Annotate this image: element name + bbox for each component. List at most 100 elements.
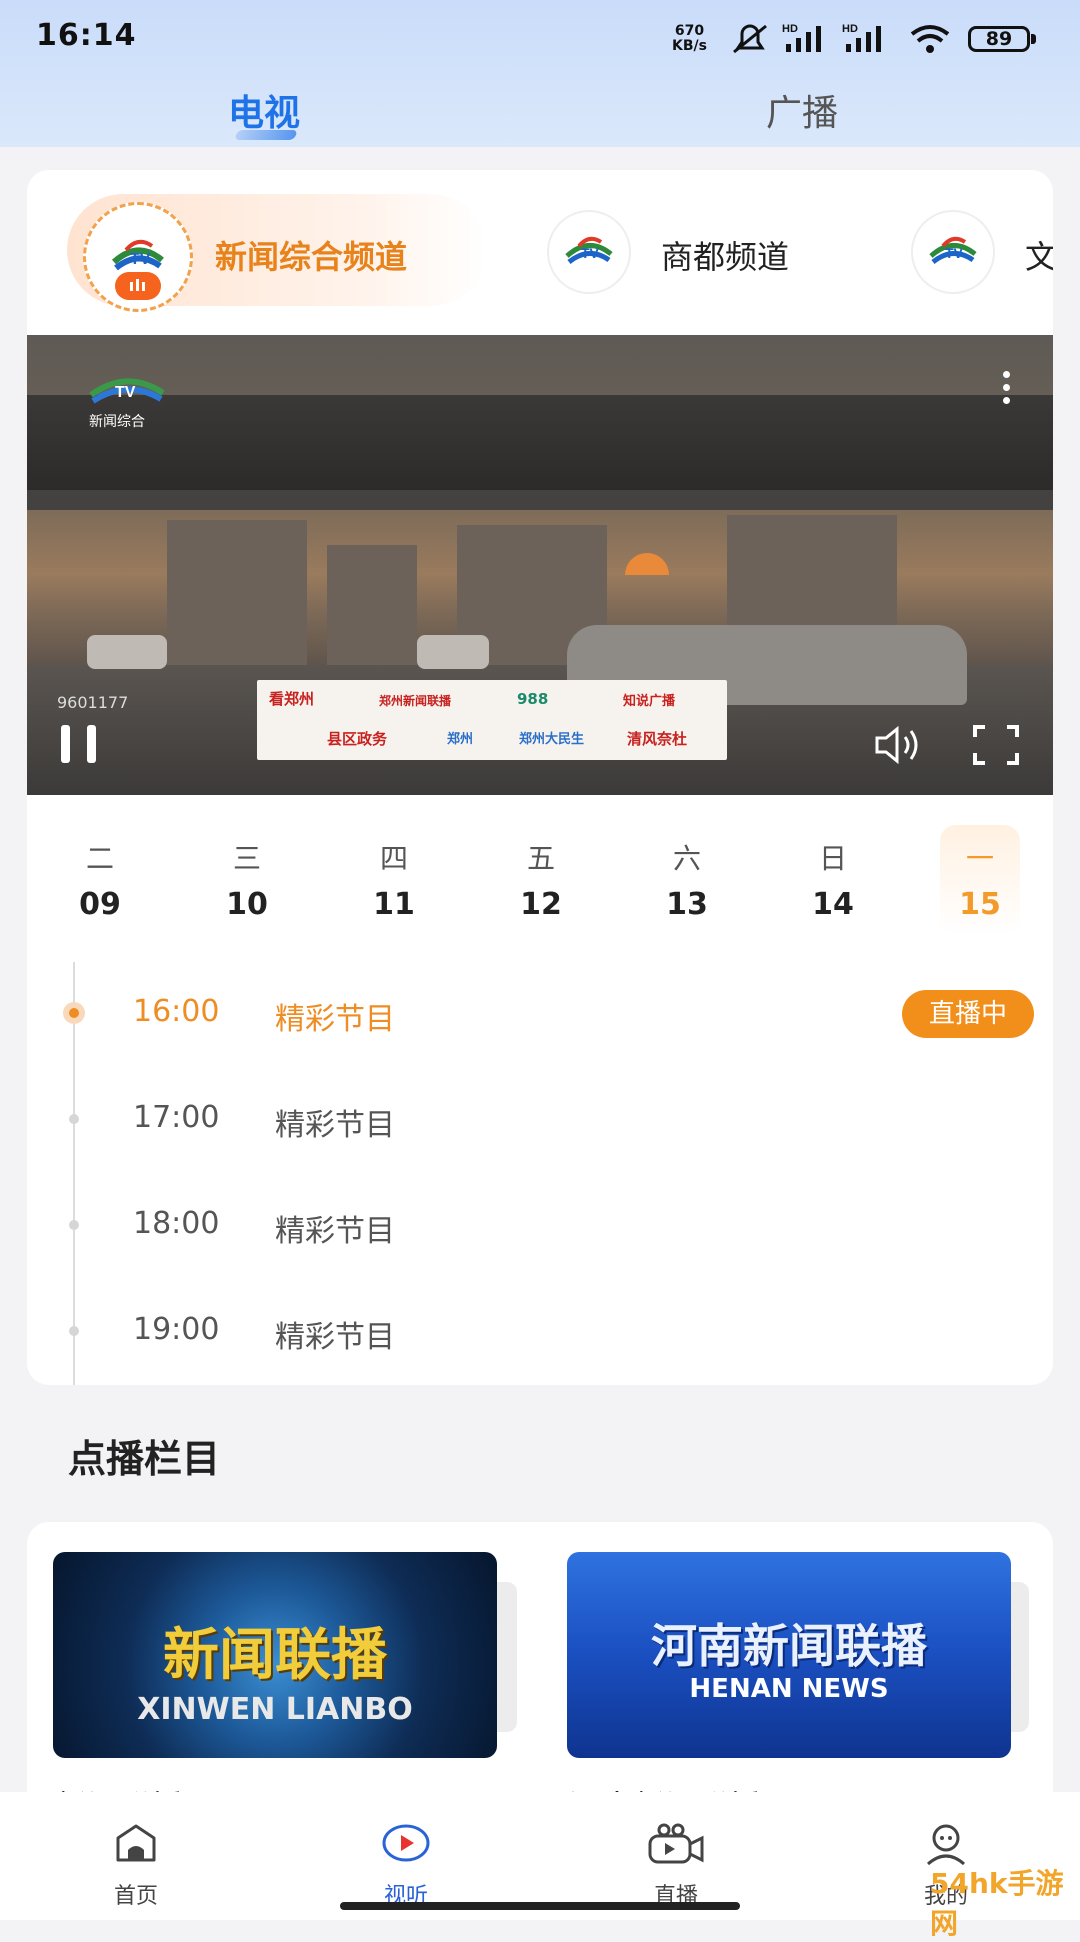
net-speed-value: 670 — [674, 23, 705, 39]
video-building — [327, 545, 417, 670]
vod-thumbnail-henan[interactable]: 河南新闻联播 HENAN NEWS — [567, 1552, 1011, 1758]
svg-text:TV: TV — [581, 245, 600, 261]
video-building — [167, 520, 307, 670]
schedule-item-live[interactable]: 16:00 精彩节目 直播中 — [27, 974, 1053, 1054]
net-speed-unit: KB/s — [672, 38, 707, 54]
date-weekday: 五 — [526, 842, 555, 875]
date-weekday: 一 — [965, 842, 994, 875]
channel-logo-3[interactable]: TV — [913, 212, 993, 292]
schedule-time: 18:00 — [133, 1206, 220, 1241]
banner-text: 郑州新闻联播 — [379, 694, 452, 708]
tab-radio[interactable]: 广播 — [766, 84, 838, 136]
channel-label-2[interactable]: 商都频道 — [661, 232, 789, 278]
date-day: 13 — [666, 887, 708, 922]
date-item[interactable]: 三 10 — [207, 825, 287, 935]
banner-text: 县区政务 — [327, 730, 388, 748]
video-id: 9601177 — [57, 693, 129, 712]
live-now-badge: 直播中 — [902, 990, 1034, 1038]
date-selector: 二 09 三 10 四 11 五 12 六 13 日 14 一 15 — [27, 825, 1053, 935]
system-home-indicator[interactable] — [340, 1902, 740, 1910]
date-item-selected[interactable]: 一 15 — [940, 825, 1020, 935]
schedule-title: 精彩节目 — [275, 1320, 395, 1355]
mute-bell-icon — [733, 24, 767, 54]
video-channel-logo-text: 新闻综合 — [89, 414, 145, 430]
live-camera-icon — [648, 1823, 704, 1864]
video-car — [87, 635, 167, 669]
timeline-dot — [69, 1220, 79, 1230]
channel-label-active[interactable]: 新闻综合频道 — [215, 232, 407, 278]
fullscreen-icon[interactable] — [971, 723, 1021, 767]
signal-hd-icon: HD — [782, 23, 821, 52]
date-item[interactable]: 二 09 — [60, 825, 140, 935]
video-player[interactable]: TV 新闻综合 9601177 看郑州 郑州新闻联播 988 知说广播 县区政务… — [27, 335, 1053, 795]
schedule-title: 精彩节目 — [275, 1002, 395, 1037]
date-day: 11 — [373, 887, 415, 922]
schedule-time: 16:00 — [133, 994, 220, 1029]
net-speed: 670 KB/s — [672, 24, 707, 54]
volume-icon[interactable] — [873, 723, 929, 767]
date-weekday: 四 — [379, 842, 408, 875]
date-weekday: 日 — [818, 842, 847, 875]
tv-station-logo-icon: TV — [929, 236, 977, 265]
schedule-item[interactable]: 18:00 精彩节目 — [27, 1186, 1053, 1266]
battery-indicator: 89 — [968, 26, 1036, 52]
video-ad-banner: 看郑州 郑州新闻联播 988 知说广播 县区政务 郑州 郑州大民生 清风奈杜 — [257, 680, 727, 760]
play-video-icon — [382, 1824, 430, 1862]
date-weekday: 六 — [672, 842, 701, 875]
date-weekday: 二 — [85, 842, 114, 875]
timeline-dot — [69, 1114, 79, 1124]
banner-text: 知说广播 — [623, 694, 676, 709]
bottom-nav: 首页 视听 直播 我的 — [0, 1792, 1080, 1920]
home-icon — [116, 1824, 156, 1862]
date-item[interactable]: 日 14 — [793, 825, 873, 935]
schedule-item[interactable]: 17:00 精彩节目 — [27, 1080, 1053, 1160]
schedule-title: 精彩节目 — [275, 1214, 395, 1249]
date-day: 09 — [79, 887, 121, 922]
date-item[interactable]: 六 13 — [647, 825, 727, 935]
status-time: 16:14 — [36, 18, 137, 53]
more-options-icon[interactable] — [1003, 371, 1011, 410]
top-header: 16:14 670 KB/s HD HD 89 电视 广播 — [0, 0, 1080, 147]
thumb-title-cn: 河南新闻联播 — [651, 1619, 927, 1673]
schedule-item[interactable]: 19:00 精彩节目 — [27, 1292, 1053, 1372]
schedule-time: 19:00 — [133, 1312, 220, 1347]
date-item[interactable]: 四 11 — [354, 825, 434, 935]
nav-live[interactable]: 直播 — [606, 1792, 746, 1920]
date-item[interactable]: 五 12 — [501, 825, 581, 935]
video-channel-logo-icon: TV — [89, 378, 165, 404]
svg-text:HD: HD — [782, 23, 798, 35]
live-card: TV 新闻综合频道 TV 商都频道 TV 文 TV 新闻综合 9601177 看… — [27, 170, 1053, 1385]
watermark: 54hk手游网 — [930, 1867, 1064, 1940]
section-title: 点播栏目 — [68, 1437, 221, 1481]
nav-home[interactable]: 首页 — [66, 1792, 206, 1920]
banner-text: 郑州大民生 — [519, 732, 585, 747]
vod-list: 新闻联播 XINWEN LIANBO 河南新闻联播 HENAN NEWS 新闻联… — [27, 1522, 1053, 1822]
date-weekday: 三 — [232, 842, 261, 875]
date-day: 15 — [959, 887, 1001, 922]
pause-icon[interactable] — [57, 723, 107, 767]
banner-text: 郑州 — [447, 732, 474, 747]
svg-text:TV: TV — [945, 245, 964, 261]
vod-thumbnail-xinwen[interactable]: 新闻联播 XINWEN LIANBO — [53, 1552, 497, 1758]
top-tabs: 电视 广播 — [0, 80, 1080, 140]
banner-text: 看郑州 — [269, 690, 315, 708]
tab-tv[interactable]: 电视 — [228, 84, 300, 136]
tv-station-logo-icon: TV — [565, 236, 613, 265]
profile-icon — [927, 1824, 965, 1866]
schedule-time: 17:00 — [133, 1100, 220, 1135]
thumb-title-cn: 新闻联播 — [163, 1623, 387, 1688]
schedule-title: 精彩节目 — [275, 1108, 395, 1143]
banner-text: 988 — [517, 690, 549, 708]
video-car — [417, 635, 489, 669]
banner-text: 清风奈杜 — [627, 730, 688, 748]
nav-listen-watch[interactable]: 视听 — [336, 1792, 476, 1920]
timeline-dot — [69, 1326, 79, 1336]
channel-logo-2[interactable]: TV — [549, 212, 629, 292]
thumb-title-en: XINWEN LIANBO — [137, 1692, 413, 1727]
date-day: 10 — [226, 887, 268, 922]
svg-text:TV: TV — [130, 251, 151, 268]
thumb-title-en: HENAN NEWS — [689, 1674, 889, 1704]
playing-indicator-icon — [115, 272, 161, 300]
svg-text:HD: HD — [842, 23, 858, 35]
channel-label-3[interactable]: 文 — [1025, 232, 1053, 278]
